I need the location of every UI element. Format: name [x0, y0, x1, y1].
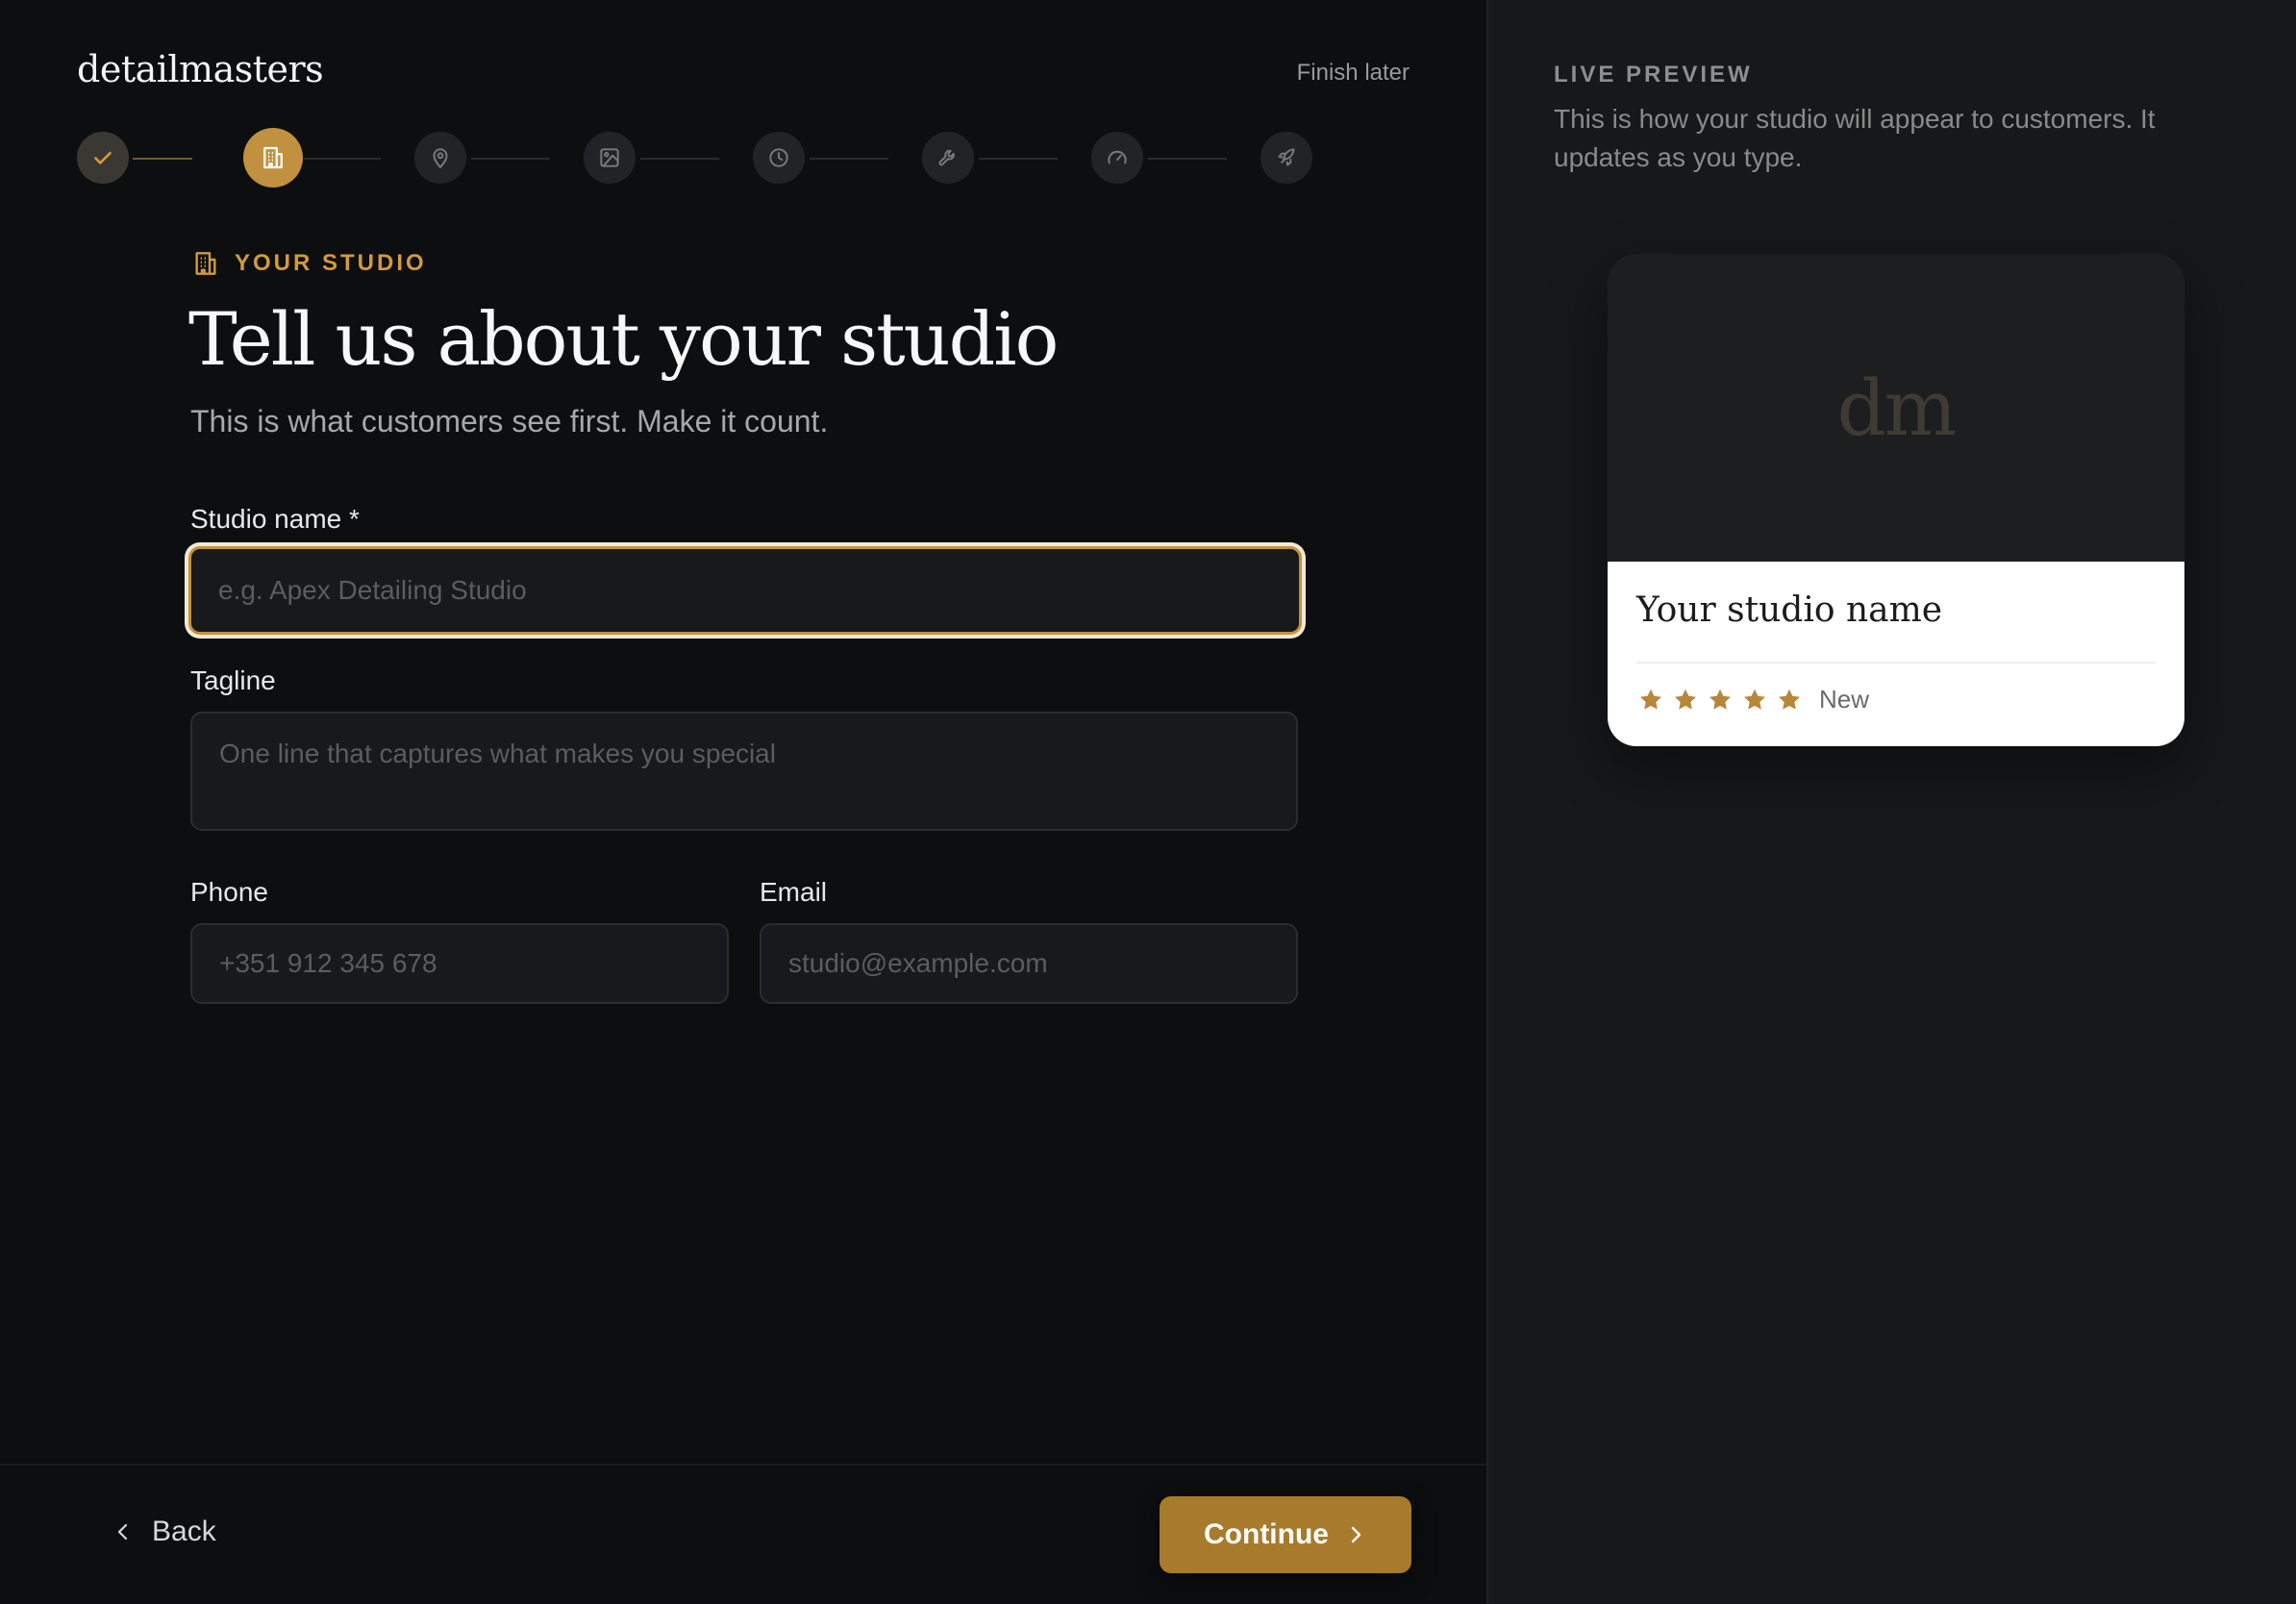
progress-stepper	[77, 128, 1312, 188]
step-8-launch[interactable]	[1260, 132, 1312, 184]
brand-logo[interactable]: detailmasters	[77, 48, 324, 90]
section-tag: YOUR STUDIO	[190, 248, 427, 279]
back-button-label: Back	[152, 1516, 216, 1547]
page-title: Tell us about your studio	[188, 296, 1059, 382]
studio-monogram: dm	[1836, 363, 1957, 453]
tagline-label: Tagline	[190, 665, 276, 695]
card-studio-name: Your studio name	[1636, 590, 1943, 630]
finish-later-link[interactable]: Finish later	[1297, 60, 1410, 87]
page-subtitle: This is what customers see first. Make i…	[190, 404, 829, 439]
card-cover: dm	[1608, 254, 2184, 562]
phone-input[interactable]	[190, 923, 729, 1004]
studio-name-input[interactable]	[188, 546, 1302, 635]
star-icon	[1744, 689, 1765, 710]
card-body: Your studio name New	[1608, 562, 2184, 746]
gauge-icon	[1108, 150, 1127, 164]
clock-icon	[769, 148, 788, 167]
image-icon	[600, 148, 619, 167]
chevron-left-icon	[117, 1523, 128, 1541]
studio-name-label: Studio name *	[190, 504, 360, 534]
preview-description: This is how your studio will appear to c…	[1554, 104, 2156, 172]
building-icon	[263, 146, 283, 169]
step-connector	[133, 158, 192, 160]
continue-button-label: Continue	[1204, 1518, 1329, 1550]
back-button[interactable]: Back	[112, 1516, 216, 1548]
live-preview-panel: LIVE PREVIEW This is how your studio wil…	[1486, 0, 2296, 1604]
email-label: Email	[760, 877, 828, 907]
step-2-studio[interactable]	[243, 128, 303, 188]
phone-label: Phone	[190, 877, 268, 907]
rocket-icon	[1278, 148, 1295, 166]
preview-tag: LIVE PREVIEW	[1554, 62, 1753, 88]
tagline-textarea[interactable]	[190, 712, 1298, 831]
star-icon	[1710, 689, 1731, 710]
step-6-services[interactable]	[922, 132, 974, 184]
card-divider	[1636, 662, 2156, 664]
step-4-photos[interactable]	[584, 132, 636, 184]
check-icon	[94, 151, 112, 164]
footer-divider	[0, 1464, 1486, 1466]
step-connector	[810, 158, 888, 160]
star-icon	[1675, 689, 1696, 710]
wrench-icon	[938, 149, 955, 166]
star-icon	[1779, 689, 1800, 710]
building-icon	[195, 252, 216, 275]
continue-button[interactable]: Continue	[1160, 1496, 1411, 1573]
chevron-right-icon	[1351, 1526, 1361, 1543]
section-tag-label: YOUR STUDIO	[235, 250, 427, 276]
map-pin-icon	[433, 148, 448, 169]
rating-label: New	[1819, 685, 1870, 714]
studio-preview-card: dm Your studio name New	[1608, 254, 2184, 746]
step-5-hours[interactable]	[753, 132, 805, 184]
rating: New	[1636, 685, 1869, 714]
step-7-performance[interactable]	[1091, 132, 1143, 184]
step-connector	[979, 158, 1058, 160]
step-connector	[640, 158, 719, 160]
step-connector	[1148, 158, 1227, 160]
star-icon	[1640, 689, 1661, 710]
step-connector	[304, 158, 381, 160]
step-1-done[interactable]	[77, 132, 129, 184]
step-3-location[interactable]	[414, 132, 466, 184]
email-input[interactable]	[760, 923, 1298, 1004]
onboarding-form-panel: detailmasters Finish later YOUR STUDIO T…	[0, 0, 1486, 1604]
step-connector	[471, 158, 550, 160]
